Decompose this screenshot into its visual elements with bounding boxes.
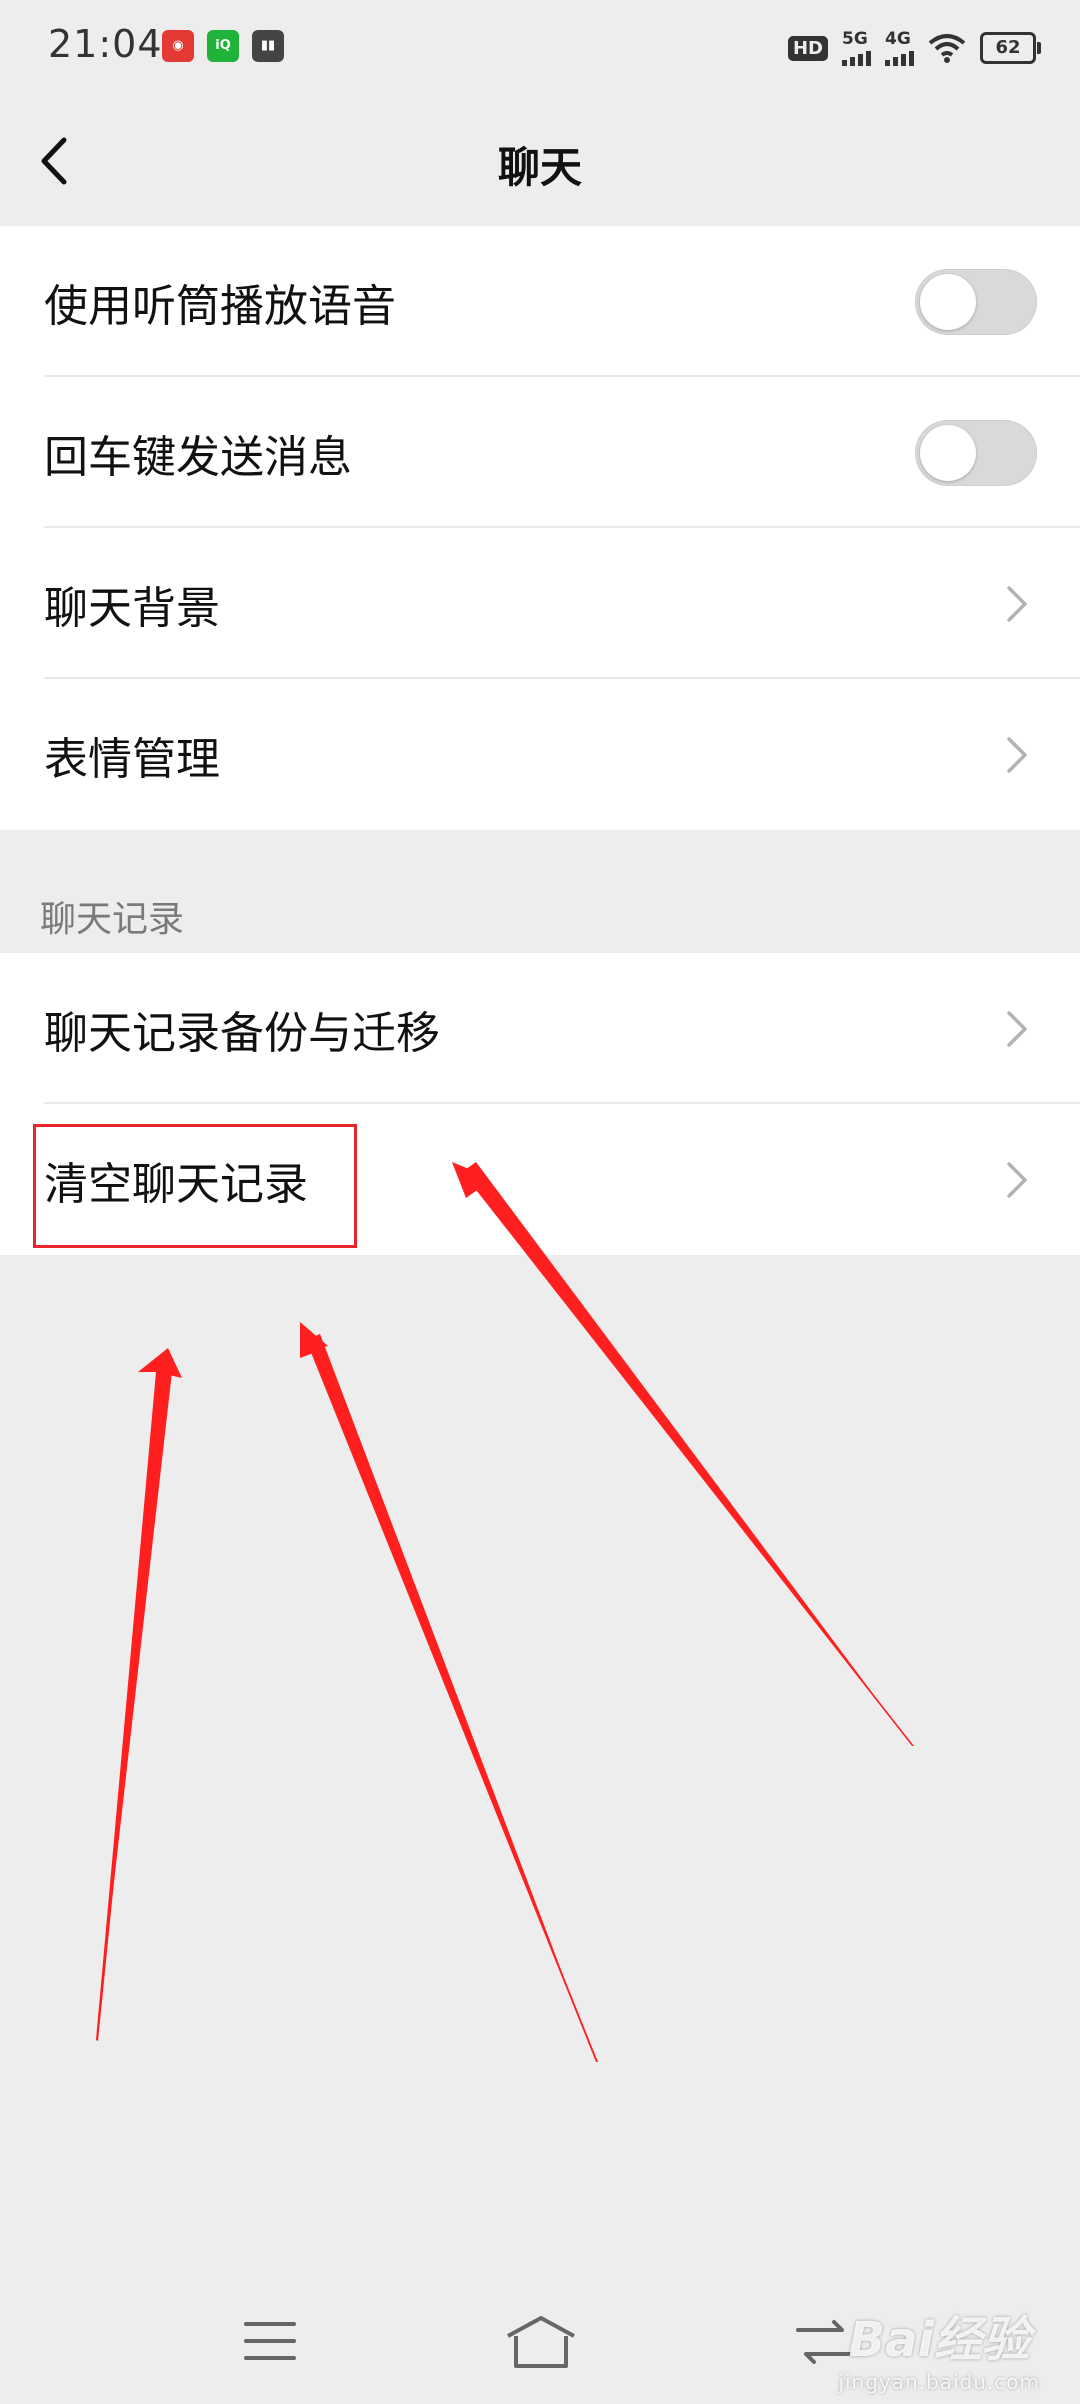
enter-send-toggle[interactable] [915,419,1037,486]
battery-icon: 62 [980,32,1041,64]
iqiyi-icon: iQ [207,30,239,62]
toggle-knob [920,273,976,330]
status-time: 21:04 [48,22,163,66]
setting-label: 回车键发送消息 [44,431,352,483]
annotation-arrow-shaft [96,1370,172,2040]
page-title: 聊天 [497,143,582,192]
baidu-jingyan-watermark: Bai经验 jingyan.baidu.com [838,2300,1040,2394]
settings-group-general: 使用听筒播放语音 回车键发送消息 聊天背景 表情管理 [0,226,1080,830]
annotation-arrow-shaft [306,1334,596,2062]
network-label-4g: 4G [885,29,911,49]
menu-icon[interactable] [242,2318,298,2364]
watermark-url: jingyan.baidu.com [838,2370,1040,2394]
toggle-knob [920,424,976,481]
signal-4g-icon: 4G [885,30,914,66]
status-bar: 21:04 ◉ iQ ▮▮ HD 5G 4G 62 [0,0,1080,96]
nav-bar: 聊天 [0,96,1080,226]
setting-label: 聊天背景 [44,582,220,634]
status-indicators: HD 5G 4G 62 [787,26,1041,70]
netease-music-icon: ◉ [162,30,194,62]
annotation-arrow [96,1348,182,2041]
annotation-arrow [300,1322,598,2062]
setting-label: 表情管理 [44,733,220,785]
network-label-5g: 5G [842,29,868,49]
chevron-right-icon [1007,585,1027,622]
setting-row-backup-migrate[interactable]: 聊天记录备份与迁移 [0,953,1080,1104]
setting-row-earpiece: 使用听筒播放语音 [0,226,1080,377]
setting-label: 使用听筒播放语音 [44,280,396,332]
setting-row-clear-chat-history[interactable]: 清空聊天记录 [0,1104,1080,1255]
setting-row-sticker-management[interactable]: 表情管理 [0,679,1080,830]
earpiece-toggle[interactable] [915,268,1037,335]
book-icon: ▮▮ [252,30,284,62]
chevron-right-icon [1007,736,1027,773]
watermark-logo: Bai经验 [848,2312,1030,2368]
setting-label: 清空聊天记录 [44,1158,308,1210]
chevron-right-icon [1007,1161,1027,1198]
setting-label: 聊天记录备份与迁移 [44,1007,440,1059]
wifi-icon [928,34,966,63]
home-icon[interactable] [504,2314,578,2370]
settings-group-chat-history: 聊天记录备份与迁移 清空聊天记录 [0,953,1080,1255]
chevron-right-icon [1007,1010,1027,1047]
setting-row-chat-background[interactable]: 聊天背景 [0,528,1080,679]
signal-5g-icon: 5G [842,30,871,66]
setting-row-enter-send: 回车键发送消息 [0,377,1080,528]
hd-icon: HD [787,35,828,61]
section-header-chat-history: 聊天记录 [40,899,185,940]
